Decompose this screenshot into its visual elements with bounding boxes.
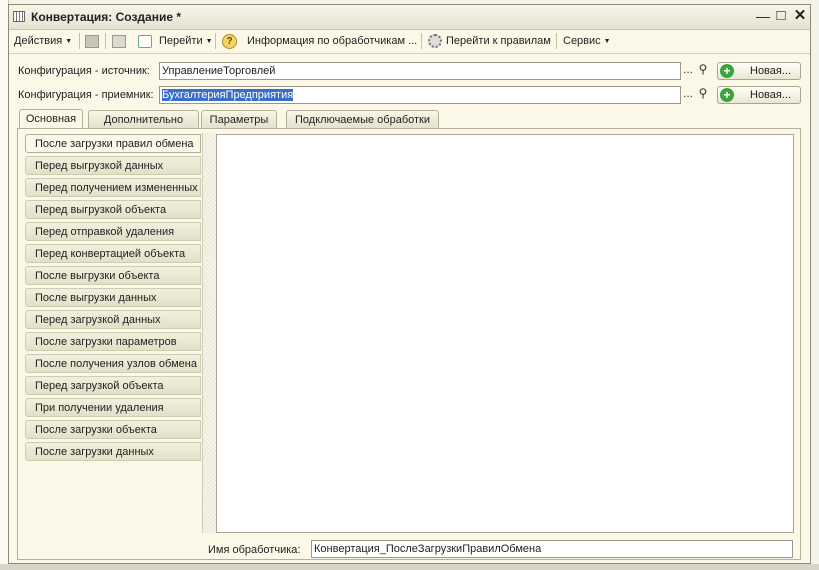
handler-item[interactable]: Перед получением измененных [25,178,201,197]
tab-parameters[interactable]: Параметры [201,110,277,128]
handler-item[interactable]: Перед загрузкой данных [25,310,201,329]
save-icon[interactable] [85,35,99,48]
chevron-down-icon: ▼ [205,38,213,45]
structure-icon[interactable] [112,35,126,48]
help-icon[interactable]: ? [222,34,237,49]
target-config-label: Конфигурация - приемник: [18,89,154,101]
handler-name-label: Имя обработчика: [208,544,301,556]
handler-item[interactable]: После загрузки правил обмена [25,134,201,153]
minimize-icon[interactable]: — [755,8,771,24]
toolbar-separator [79,33,80,49]
handler-item[interactable]: Перед выгрузкой данных [25,156,201,175]
source-config-label: Конфигурация - источник: [18,65,150,77]
source-select-button[interactable]: ... [681,62,695,80]
new-button-label: Новая... [750,89,792,101]
chevron-down-icon: ▼ [603,38,611,45]
goto-menu[interactable]: Перейти ▼ [159,33,213,49]
source-new-button[interactable]: + Новая... [717,62,801,80]
form-icon [13,11,25,22]
actions-label: Действия [14,35,63,47]
conversion-window: Конвертация: Создание * — □ ✕ Действия ▼ … [8,4,811,564]
source-search-icon[interactable]: ⚲ [695,62,711,80]
chevron-down-icon: ▼ [65,38,73,45]
goto-rules-button[interactable]: Перейти к правилам [446,33,551,49]
code-editor[interactable] [216,134,794,533]
handler-item[interactable]: Перед выгрузкой объекта [25,200,201,219]
handler-item[interactable]: При получении удаления [25,398,201,417]
target-new-button[interactable]: + Новая... [717,86,801,104]
toolbar-separator [215,33,216,49]
source-config-value: УправлениеТорговлей [162,65,276,77]
window-title: Конвертация: Создание * [31,10,181,24]
handler-name-field[interactable]: Конвертация_ПослеЗагрузкиПравилОбмена [311,540,793,558]
actions-menu[interactable]: Действия ▼ [14,33,72,49]
handler-item[interactable]: После загрузки параметров [25,332,201,351]
handler-info-button[interactable]: Информация по обработчикам ... [247,33,417,49]
handler-name-value: Конвертация_ПослеЗагрузкиПравилОбмена [314,543,542,555]
new-button-label: Новая... [750,65,792,77]
taskbar [0,564,819,570]
toolbar: Действия ▼ Перейти ▼ ? Информация по обраб… [9,29,810,54]
target-search-icon[interactable]: ⚲ [695,86,711,104]
editor-gutter [202,133,217,533]
target-config-field[interactable]: БухгалтерияПредприятия [159,86,681,104]
tab-main[interactable]: Основная [19,109,83,129]
add-icon: + [720,88,734,102]
target-select-button[interactable]: ... [681,86,695,104]
handler-item[interactable]: После загрузки объекта [25,420,201,439]
service-menu[interactable]: Сервис ▼ [563,33,611,49]
handler-item[interactable]: После загрузки данных [25,442,201,461]
handler-item[interactable]: Перед отправкой удаления [25,222,201,241]
target-config-value: БухгалтерияПредприятия [162,89,294,101]
handler-item[interactable]: После выгрузки данных [25,288,201,307]
handler-item[interactable]: Перед загрузкой объекта [25,376,201,395]
toolbar-separator [105,33,106,49]
add-icon: + [720,64,734,78]
title-bar: Конвертация: Создание * — □ ✕ [9,5,810,30]
gear-icon[interactable] [428,34,442,48]
service-label: Сервис [563,35,601,47]
source-config-field[interactable]: УправлениеТорговлей [159,62,681,80]
tab-additional[interactable]: Дополнительно [88,110,199,128]
goto-label: Перейти [159,35,203,47]
maximize-icon[interactable]: □ [773,8,789,24]
toolbar-separator [421,33,422,49]
tab-plugins[interactable]: Подключаемые обработки [286,110,439,128]
toolbar-separator [556,33,557,49]
handler-item[interactable]: Перед конвертацией объекта [25,244,201,263]
copy-icon[interactable] [138,35,152,48]
handler-item[interactable]: После выгрузки объекта [25,266,201,285]
handler-item[interactable]: После получения узлов обмена [25,354,201,373]
close-icon[interactable]: ✕ [792,8,808,24]
